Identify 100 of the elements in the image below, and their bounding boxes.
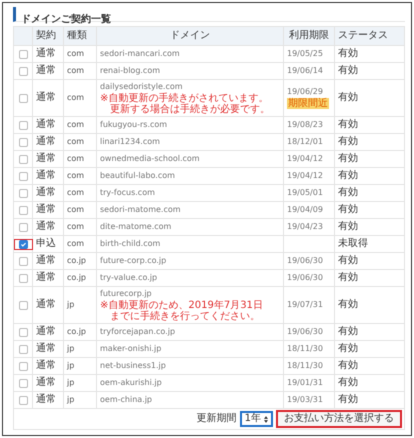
table-cell-text: com: [67, 238, 86, 250]
table-cell-text: co.jp: [67, 272, 87, 284]
status-cell-text: 有効: [338, 255, 359, 267]
expiry-date: 19/01/31: [287, 377, 324, 389]
table-cell-text: 通常: [36, 48, 57, 60]
table-cell-text: co.jp: [67, 255, 87, 267]
domain-text: birth-child.com: [100, 238, 162, 250]
column-header: 利用期限: [284, 26, 334, 46]
domain-text: maker-onishi.jp: [100, 343, 162, 355]
table-cell-text: 通常: [36, 187, 57, 199]
table-cell-text: 通常: [36, 326, 57, 338]
domain-text: ownedmedia-school.com: [100, 153, 201, 165]
column-header: 種類: [64, 26, 96, 46]
warning-note: ※自動更新のため、2019年7月31日: [100, 300, 264, 311]
checkbox[interactable]: [19, 206, 28, 214]
domain-text: sedori-matome.com: [100, 204, 182, 216]
status-cell-text: 有効: [338, 136, 359, 148]
checkbox[interactable]: [19, 328, 28, 336]
table-cell-text: 申込: [36, 238, 57, 250]
expiry-date: 19/04/12: [287, 153, 324, 165]
status-cell-text: 有効: [338, 48, 359, 60]
table-cell-text: com: [67, 48, 86, 60]
section-title: ドメインご契約一覧: [21, 14, 111, 25]
column-header: ステータス: [334, 26, 404, 46]
expiry-date: 19/05/01: [287, 187, 324, 199]
checkbox[interactable]: [19, 378, 28, 388]
table-cell-text: 通常: [36, 394, 57, 406]
expiry-date: 19/06/30: [287, 255, 324, 267]
expiry-date: 19/05/25: [287, 48, 324, 60]
table-cell-text: 通常: [36, 221, 57, 233]
column-header: 契約: [32, 26, 64, 46]
domain-text: futurecorp.jp: [100, 288, 153, 300]
table-cell-text: com: [67, 92, 86, 104]
table-cell-text: 通常: [36, 92, 57, 104]
table-cell-text: 通常: [36, 153, 57, 165]
warning-note: までに手続きを行ってください。: [109, 311, 261, 322]
expiry-date: 19/06/30: [287, 326, 324, 338]
expiry-date: 19/06/29: [287, 86, 324, 98]
column-header: ドメイン: [96, 26, 284, 46]
expiry-date: 18/11/30: [287, 360, 324, 372]
checkbox[interactable]: [19, 120, 28, 130]
period-label: 更新期間: [196, 413, 237, 425]
checkbox[interactable]: [19, 256, 28, 266]
warning-note: 更新する場合は手続きが必要です。: [109, 104, 271, 115]
table-cell-text: 通常: [36, 360, 57, 372]
domain-text: linari1234.com: [100, 136, 161, 148]
table-cell-text: 通常: [36, 204, 57, 216]
table-cell-text: 通常: [36, 272, 57, 284]
checkbox[interactable]: [19, 240, 28, 248]
expiry-date: 19/03/31: [287, 394, 324, 406]
expiry-date: 19/04/09: [287, 204, 324, 216]
table-cell-text: 通常: [36, 255, 57, 267]
table-cell-text: jp: [67, 360, 76, 372]
updown-icon: [264, 416, 268, 422]
table-cell-text: com: [67, 119, 86, 131]
status-cell-text: 有効: [338, 394, 359, 406]
table-cell-text: jp: [67, 377, 76, 389]
checkbox[interactable]: [19, 274, 28, 282]
table-cell-text: com: [67, 65, 86, 77]
domain-text: dailysedoristyle.com: [100, 81, 184, 92]
checkbox[interactable]: [19, 138, 28, 146]
table-cell-text: jp: [67, 343, 76, 355]
checkbox[interactable]: [19, 66, 28, 76]
table-cell-text: 通常: [36, 170, 57, 182]
status-cell-text: 有効: [338, 187, 359, 199]
checkbox[interactable]: [19, 188, 28, 198]
period-select[interactable]: 1年: [240, 411, 273, 427]
table-cell-text: com: [67, 204, 86, 216]
domain-text: dite-matome.com: [100, 221, 172, 233]
checkbox[interactable]: [19, 222, 28, 232]
table-cell-text: com: [67, 187, 86, 199]
checkbox[interactable]: [19, 154, 28, 164]
status-cell-text: 有効: [338, 299, 359, 311]
checkbox[interactable]: [19, 344, 28, 354]
checkbox[interactable]: [19, 172, 28, 180]
checkbox[interactable]: [19, 50, 28, 58]
select-payment-button[interactable]: お支払い方法を選択する: [276, 410, 402, 428]
checkbox[interactable]: [19, 300, 28, 310]
status-cell-text: 有効: [338, 65, 359, 77]
checkbox[interactable]: [19, 362, 28, 370]
checkbox[interactable]: [19, 396, 28, 404]
table-cell-text: 通常: [36, 343, 57, 355]
table-cell-text: 通常: [36, 119, 57, 131]
warning-note: ※自動更新の手続きがされています。: [100, 93, 270, 104]
expiry-date: 19/06/30: [287, 272, 324, 284]
status-cell-text: 有効: [338, 153, 359, 165]
domain-text: fukugyou-rs.com: [100, 119, 168, 131]
expiry-date: 19/06/14: [287, 65, 324, 77]
expiry-date: 19/04/23: [287, 221, 324, 233]
table-cell-text: jp: [67, 394, 76, 406]
status-cell-text: 有効: [338, 204, 359, 216]
status-cell-text: 有効: [338, 343, 359, 355]
table-cell-text: 通常: [36, 299, 57, 311]
domain-text: beautiful-labo.com: [100, 170, 176, 182]
expiry-badge: 期限間近: [287, 98, 329, 109]
status-cell-text: 未取得: [338, 238, 369, 250]
checkbox[interactable]: [19, 94, 28, 102]
status-cell-text: 有効: [338, 326, 359, 338]
domain-text: oem-akurishi.jp: [100, 377, 163, 389]
status-cell-text: 有効: [338, 272, 359, 284]
